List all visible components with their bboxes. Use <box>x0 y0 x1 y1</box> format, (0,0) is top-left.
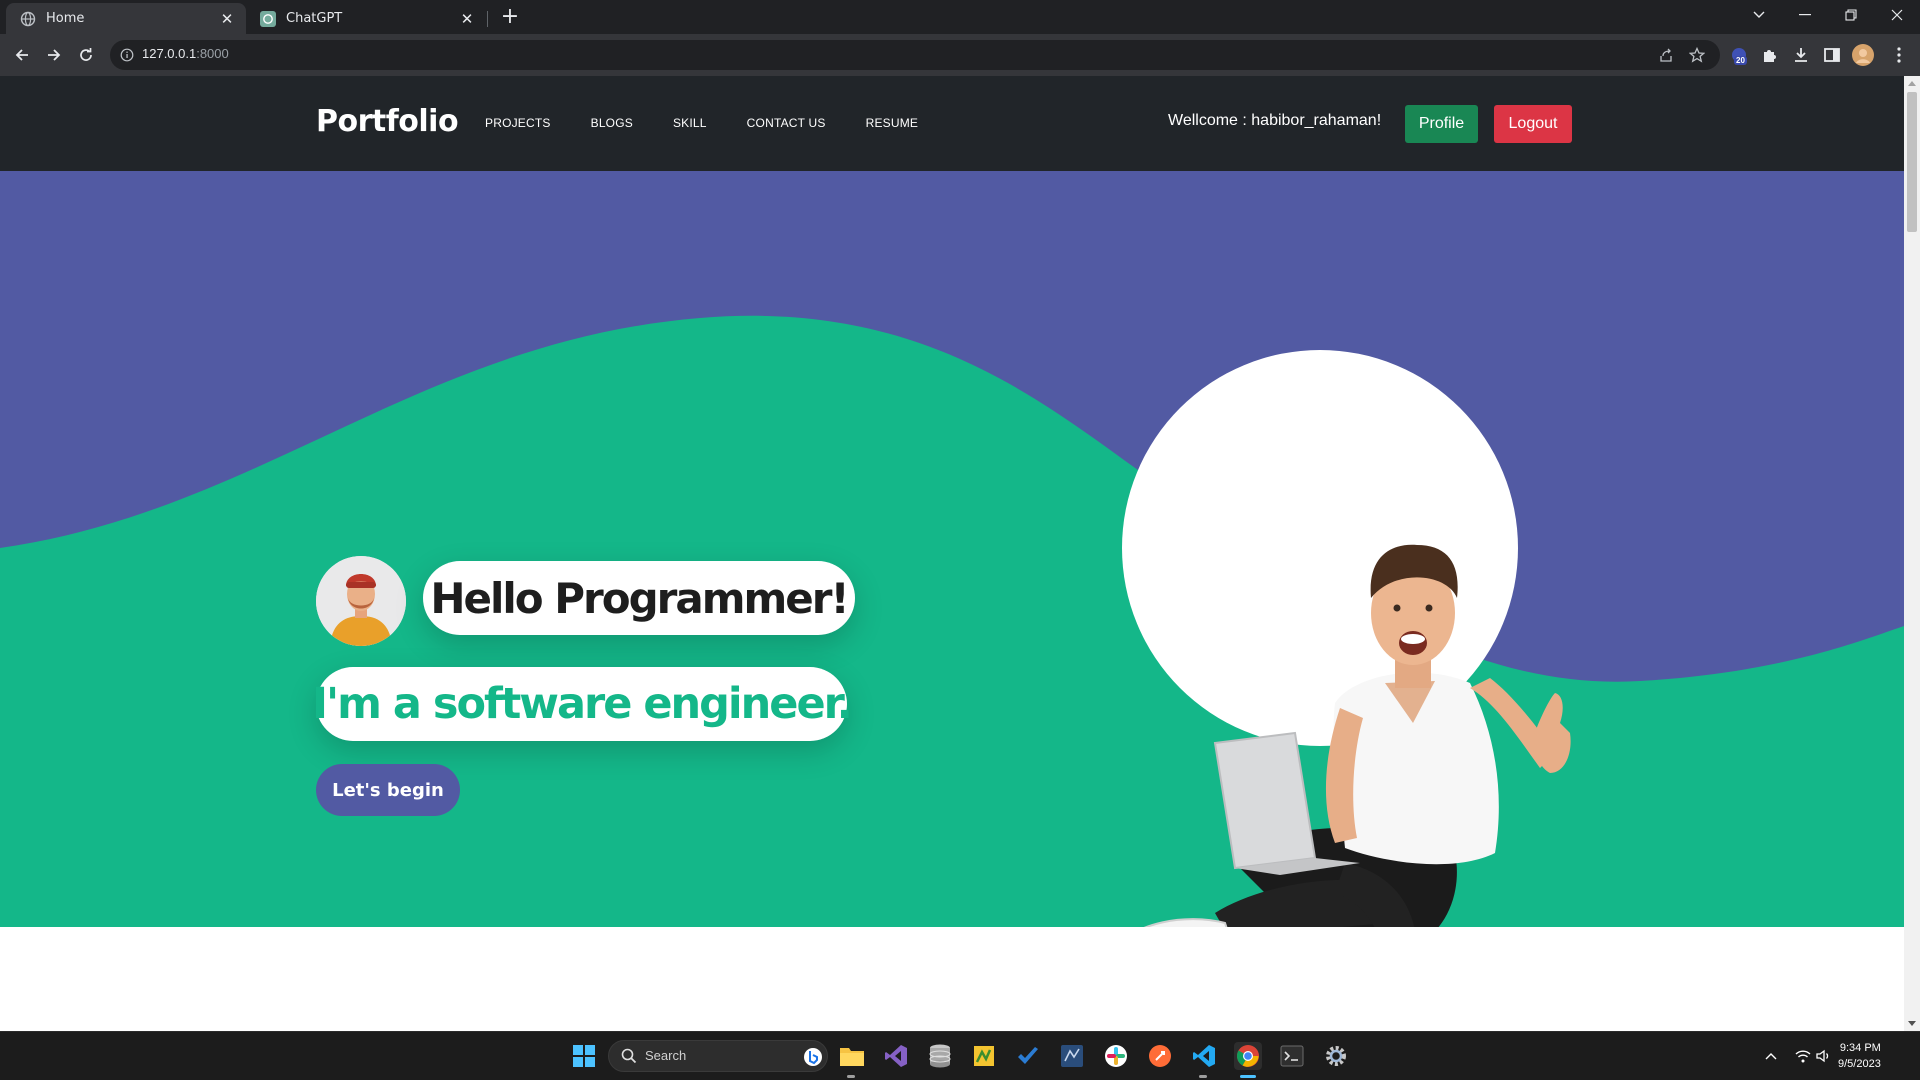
reload-icon[interactable] <box>74 43 98 67</box>
active-app-indicator <box>1240 1075 1256 1078</box>
nav-link-resume[interactable]: RESUME <box>866 116 919 130</box>
browser-tab-strip: Home ✕ ChatGPT ✕ + <box>0 0 1920 34</box>
profile-button[interactable]: Profile <box>1405 105 1478 143</box>
database-icon[interactable] <box>926 1042 954 1070</box>
browser-menu-icon[interactable] <box>1888 44 1910 66</box>
hero-wave-background <box>0 171 1904 927</box>
scroll-up-arrow-icon[interactable] <box>1908 81 1916 86</box>
chrome-icon[interactable] <box>1234 1042 1262 1070</box>
tab-chatgpt[interactable]: ChatGPT ✕ <box>246 3 486 34</box>
chatgpt-icon <box>260 10 276 27</box>
chevron-up-icon[interactable] <box>1762 1047 1780 1065</box>
search-icon <box>621 1048 637 1068</box>
programmer-avatar-image <box>316 556 406 646</box>
hero-section: Hello Programmer! I'm a software enginee… <box>0 171 1904 927</box>
todo-icon[interactable] <box>1014 1042 1042 1070</box>
url-port: :8000 <box>196 46 229 61</box>
brand-logo[interactable]: Portfolio <box>316 104 459 139</box>
close-icon[interactable]: ✕ <box>458 10 476 28</box>
restore-button[interactable] <box>1828 0 1874 30</box>
close-window-button[interactable] <box>1874 0 1920 30</box>
lets-begin-button[interactable]: Let's begin <box>316 764 460 816</box>
globe-icon <box>20 11 36 27</box>
profile-avatar-icon[interactable] <box>1852 44 1874 66</box>
role-bubble: I'm a software engineer. <box>312 667 853 741</box>
tab-title: ChatGPT <box>286 11 343 26</box>
page-scrollbar[interactable] <box>1904 76 1920 1031</box>
tab-title: Home <box>46 11 85 26</box>
back-arrow-icon[interactable] <box>10 43 34 67</box>
slack-icon[interactable] <box>1102 1042 1130 1070</box>
minimize-button[interactable] <box>1782 0 1828 30</box>
windows-start-icon[interactable] <box>570 1042 598 1070</box>
scroll-down-arrow-icon[interactable] <box>1908 1021 1916 1026</box>
nav-link-contact-us[interactable]: CONTACT US <box>747 116 826 130</box>
download-icon[interactable] <box>1790 44 1812 66</box>
nav-link-skill[interactable]: SKILL <box>673 116 707 130</box>
welcome-message: Wellcome : habibor_rahaman! <box>1168 112 1382 129</box>
close-icon[interactable]: ✕ <box>218 10 236 28</box>
clock-time: 9:34 PM <box>1839 1042 1881 1054</box>
search-placeholder: Search <box>645 1048 687 1063</box>
site-info-icon[interactable] <box>120 47 134 66</box>
file-explorer-icon[interactable] <box>838 1042 866 1070</box>
tab-divider <box>487 11 488 27</box>
taskbar-search[interactable]: Search <box>608 1040 828 1072</box>
clock-date: 9/5/2023 <box>1838 1058 1881 1070</box>
tab-search-chevron-icon[interactable] <box>1736 0 1782 30</box>
terminal-icon[interactable] <box>1278 1042 1306 1070</box>
settings-icon[interactable] <box>1322 1042 1350 1070</box>
sticky-app-icon[interactable] <box>970 1042 998 1070</box>
page-viewport: Portfolio PROJECTS BLOGS SKILL CONTACT U… <box>0 76 1904 1031</box>
visual-studio-icon[interactable] <box>882 1042 910 1070</box>
share-icon[interactable] <box>1657 46 1675 64</box>
scrollbar-thumb[interactable] <box>1907 92 1917 232</box>
vscode-icon[interactable] <box>1190 1042 1218 1070</box>
system-clock[interactable]: 9:34 PM 9/5/2023 <box>1838 1040 1881 1072</box>
greeting-bubble: Hello Programmer! <box>423 561 855 635</box>
windows-taskbar: Search 9:34 PM 9/5/2023 <box>0 1031 1920 1080</box>
running-indicator <box>1199 1075 1207 1078</box>
nav-link-projects[interactable]: PROJECTS <box>485 116 551 130</box>
extensions-puzzle-icon[interactable] <box>1759 44 1781 66</box>
nav-link-blogs[interactable]: BLOGS <box>591 116 633 130</box>
tab-home[interactable]: Home ✕ <box>6 3 246 34</box>
url-host: 127.0.0.1 <box>142 46 197 61</box>
side-panel-icon[interactable] <box>1821 44 1843 66</box>
nav-links: PROJECTS BLOGS SKILL CONTACT US RESUME <box>485 116 958 130</box>
extension-badge: 20 <box>1734 56 1747 65</box>
logout-button[interactable]: Logout <box>1494 105 1572 143</box>
developer-with-laptop-image <box>1143 544 1571 927</box>
ssms-icon[interactable] <box>1058 1042 1086 1070</box>
postman-icon[interactable] <box>1146 1042 1174 1070</box>
volume-icon[interactable] <box>1815 1047 1833 1065</box>
new-tab-button[interactable]: + <box>498 6 522 30</box>
avatar <box>316 556 406 646</box>
bing-icon[interactable] <box>803 1047 823 1071</box>
browser-toolbar: 127.0.0.1:8000 <box>0 34 1920 76</box>
url-text: 127.0.0.1:8000 <box>142 46 229 61</box>
running-indicator <box>847 1075 855 1078</box>
address-bar[interactable]: 127.0.0.1:8000 <box>110 40 1720 70</box>
site-navbar: Portfolio PROJECTS BLOGS SKILL CONTACT U… <box>0 76 1904 171</box>
bookmark-star-icon[interactable] <box>1688 46 1706 64</box>
wifi-icon[interactable] <box>1794 1047 1812 1065</box>
forward-arrow-icon[interactable] <box>42 43 66 67</box>
